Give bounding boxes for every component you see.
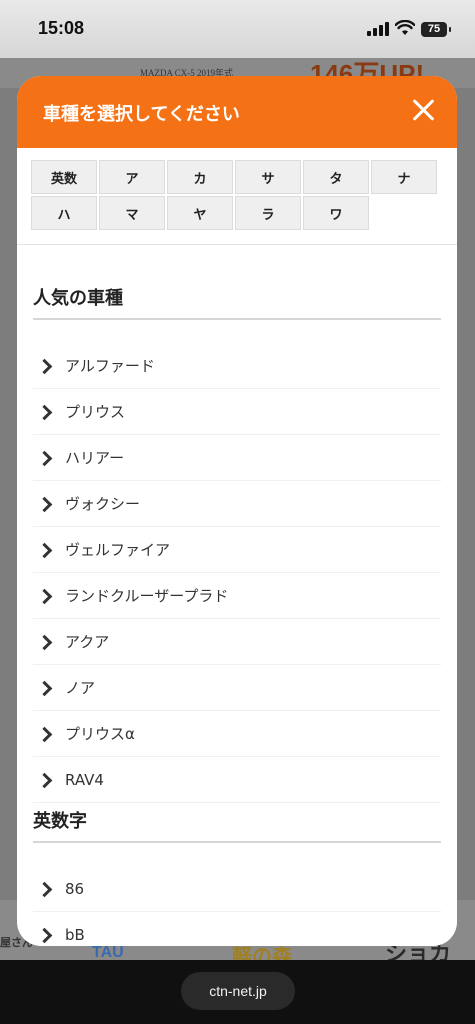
section-heading-popular: 人気の車種: [33, 288, 123, 309]
cellular-signal-icon: [367, 22, 389, 36]
kana-tab-ra[interactable]: ラ: [235, 196, 301, 230]
kana-tab-na[interactable]: ナ: [371, 160, 437, 194]
list-item-label: ヴェルファイア: [65, 541, 171, 559]
kana-tab-ya[interactable]: ヤ: [167, 196, 233, 230]
list-item-label: プリウスα: [65, 725, 135, 743]
kana-tab-ka[interactable]: カ: [167, 160, 233, 194]
list-item[interactable]: ヴォクシー: [33, 481, 441, 527]
wifi-icon: [395, 20, 415, 35]
modal-header: 車種を選択してください: [17, 76, 457, 148]
chevron-right-icon: [39, 928, 51, 942]
list-item[interactable]: ノア: [33, 665, 441, 711]
list-item-label: プリウス: [65, 403, 126, 421]
section-heading-alnum: 英数字: [33, 811, 87, 832]
chevron-right-icon: [39, 359, 51, 373]
kana-index-tabs: 英数 ア カ サ タ ナ ハ マ ヤ ラ ワ: [31, 160, 441, 230]
list-item[interactable]: ハリアー: [33, 435, 441, 481]
list-item[interactable]: RAV4: [33, 757, 441, 803]
list-item[interactable]: プリウス: [33, 389, 441, 435]
car-model-select-modal: 車種を選択してください 英数 ア カ サ タ ナ ハ マ ヤ ラ ワ 人気の車種…: [17, 76, 457, 946]
list-item[interactable]: アルファード: [33, 343, 441, 389]
list-item[interactable]: プリウスα: [33, 711, 441, 757]
status-time: 15:08: [38, 18, 85, 38]
kana-tab-alnum[interactable]: 英数: [31, 160, 97, 194]
chevron-right-icon: [39, 635, 51, 649]
list-item-label: RAV4: [65, 770, 104, 789]
list-item-label: 86: [65, 879, 85, 898]
chevron-right-icon: [39, 405, 51, 419]
status-bar: 15:08 75: [0, 0, 475, 58]
chevron-right-icon: [39, 497, 51, 511]
divider: [33, 318, 441, 320]
divider: [33, 841, 441, 843]
chevron-right-icon: [39, 681, 51, 695]
kana-tab-ha[interactable]: ハ: [31, 196, 97, 230]
chevron-right-icon: [39, 773, 51, 787]
list-item[interactable]: ヴェルファイア: [33, 527, 441, 573]
kana-tab-sa[interactable]: サ: [235, 160, 301, 194]
list-item[interactable]: アクア: [33, 619, 441, 665]
chevron-right-icon: [39, 882, 51, 896]
list-item[interactable]: ランドクルーザープラド: [33, 573, 441, 619]
list-item[interactable]: bB: [33, 912, 441, 946]
list-item-label: ノア: [65, 679, 96, 697]
kana-tab-wa[interactable]: ワ: [303, 196, 369, 230]
list-item-label: アルファード: [65, 357, 155, 375]
list-item-label: bB: [65, 925, 85, 944]
divider: [17, 244, 457, 245]
list-item-label: ハリアー: [65, 449, 125, 467]
kana-tab-ta[interactable]: タ: [303, 160, 369, 194]
list-item-label: アクア: [65, 633, 110, 651]
kana-tab-ma[interactable]: マ: [99, 196, 165, 230]
close-icon[interactable]: [411, 98, 435, 122]
car-model-list: 人気の車種 アルファード プリウス ハリアー ヴォクシー ヴェルファイア ランド…: [33, 246, 441, 946]
chevron-right-icon: [39, 727, 51, 741]
chevron-right-icon: [39, 451, 51, 465]
modal-title: 車種を選択してください: [43, 104, 240, 125]
battery-icon: 75: [421, 22, 451, 37]
address-bar[interactable]: ctn-net.jp: [181, 972, 295, 1010]
chevron-right-icon: [39, 543, 51, 557]
chevron-right-icon: [39, 589, 51, 603]
list-item-label: ヴォクシー: [65, 495, 141, 513]
kana-tab-a[interactable]: ア: [99, 160, 165, 194]
list-item-label: ランドクルーザープラド: [65, 587, 229, 605]
list-item[interactable]: 86: [33, 866, 441, 912]
